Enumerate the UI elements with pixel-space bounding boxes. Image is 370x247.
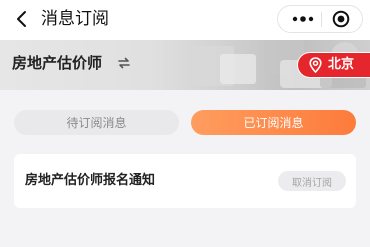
back-icon[interactable] [10, 8, 32, 30]
location-icon [309, 57, 323, 73]
tab-subscribed-messages[interactable]: 已订阅消息 [191, 110, 356, 135]
unsubscribe-button[interactable]: 取消订阅 [278, 171, 346, 191]
nav-bar: 消息订阅 [0, 0, 370, 40]
more-icon[interactable] [286, 6, 320, 32]
close-icon[interactable] [324, 6, 358, 32]
subscription-title: 房地产估价师报名通知 [25, 173, 156, 188]
exam-title: 房地产估价师 [12, 54, 103, 72]
tab-pending-messages[interactable]: 待订阅消息 [14, 110, 179, 135]
page-title: 消息订阅 [41, 9, 109, 29]
mini-program-capsule [277, 5, 363, 33]
switch-icon[interactable] [116, 55, 132, 71]
capsule-divider [321, 12, 322, 27]
city-selector[interactable]: 北京 [297, 52, 370, 78]
city-label: 北京 [328, 57, 355, 72]
subscription-item: 房地产估价师报名通知 取消订阅 [14, 154, 356, 208]
